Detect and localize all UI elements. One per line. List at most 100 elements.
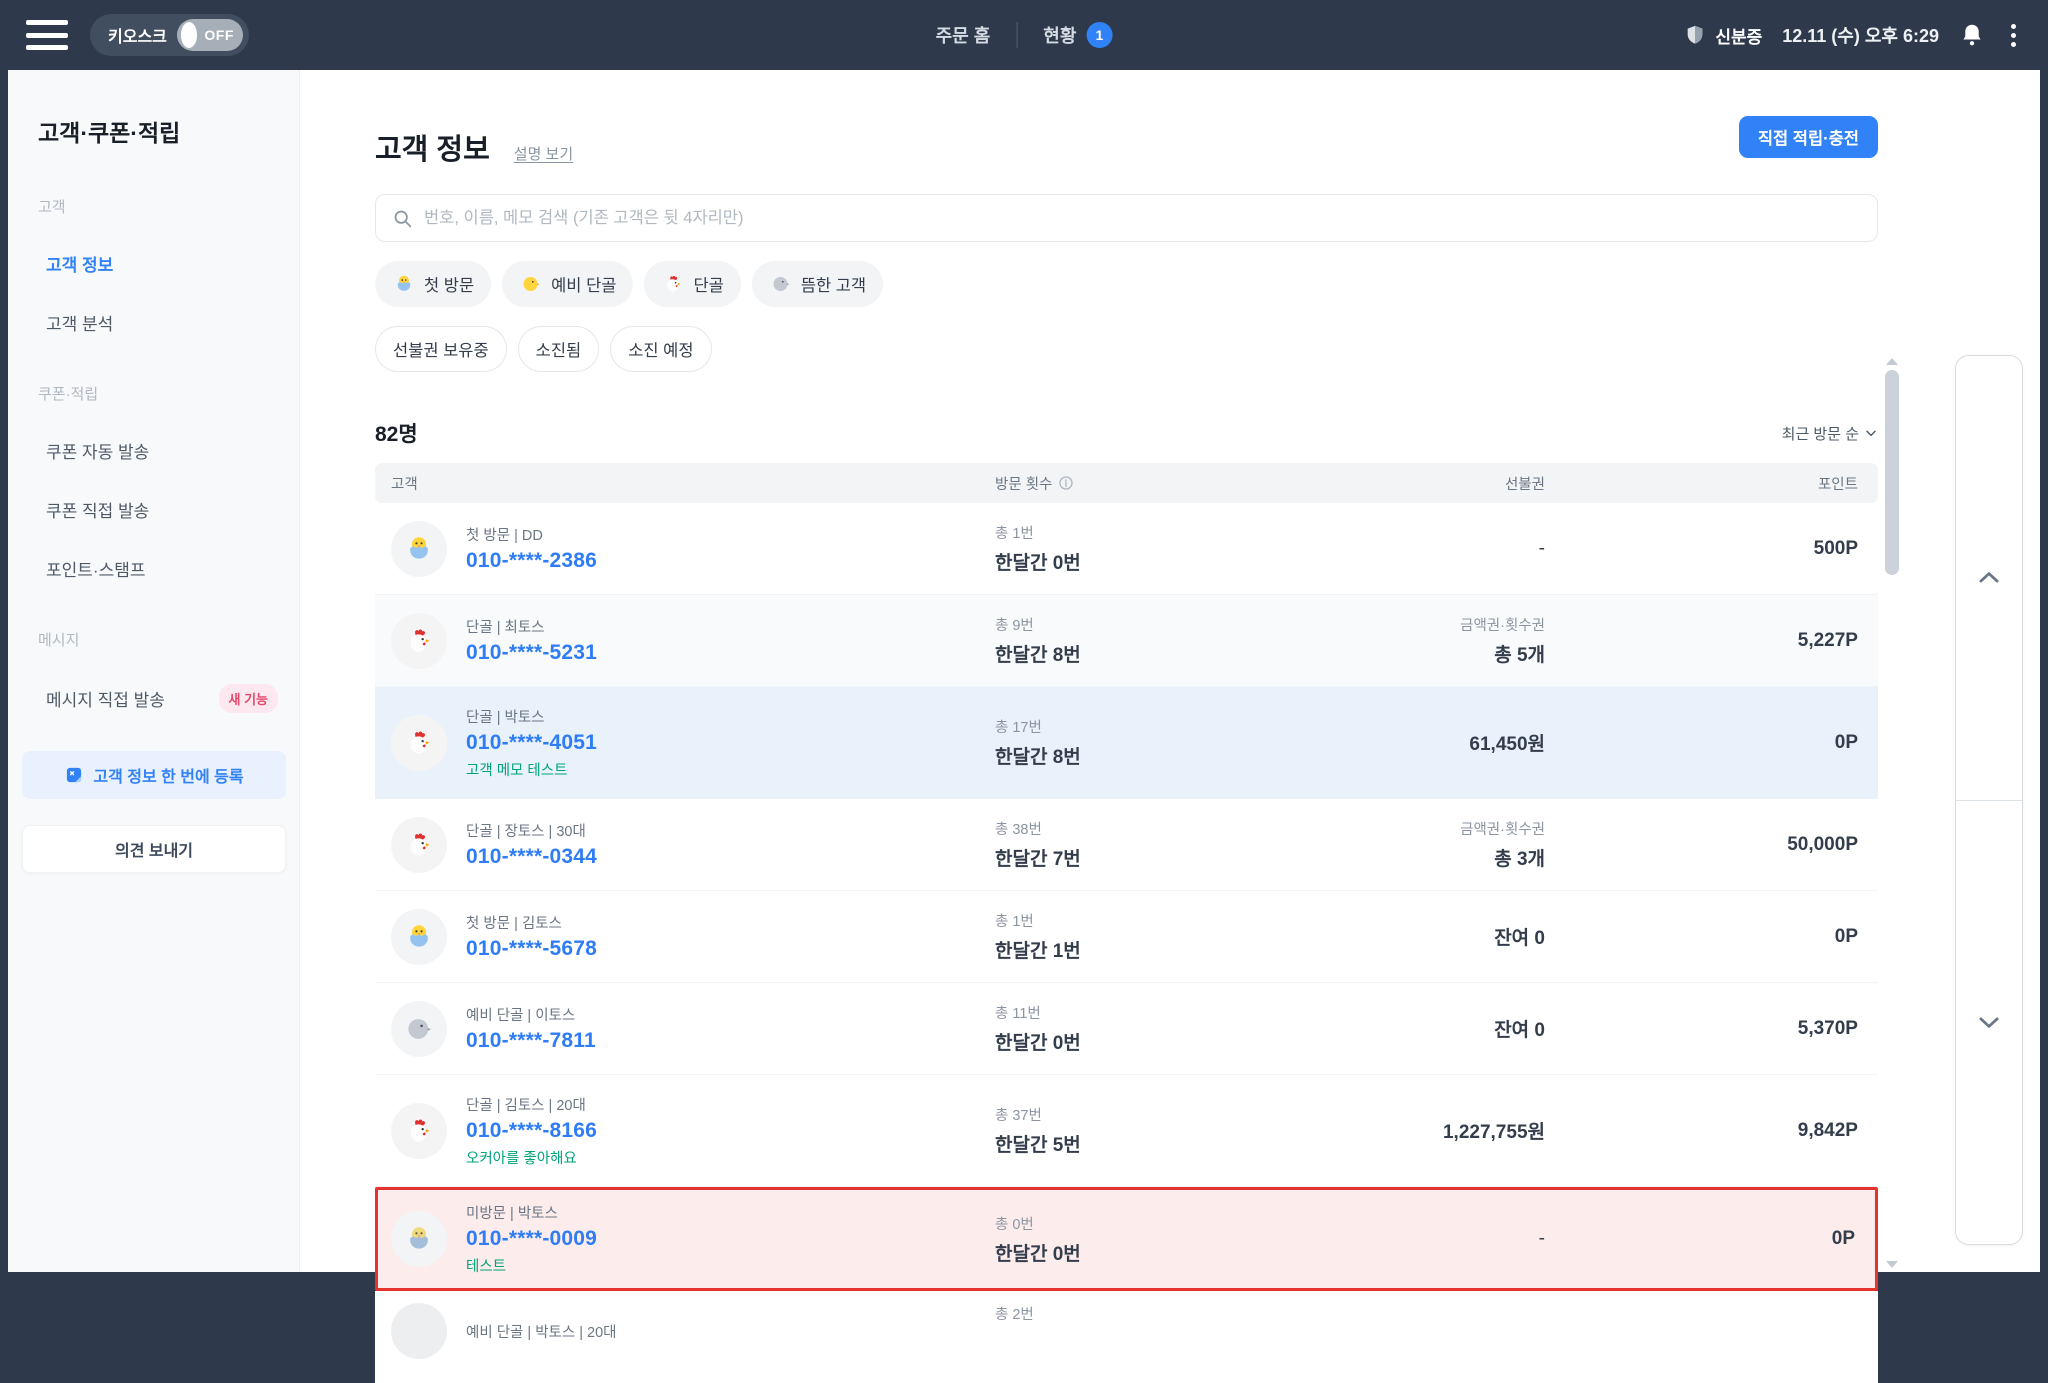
visits-total: 총 0번 [995, 1213, 1295, 1234]
page-title: 고객 정보 [375, 126, 490, 168]
customer-row[interactable]: 첫 방문 | DD 010-****-2386 총 1번 한달간 0번 - 50… [375, 503, 1878, 595]
filter-prepaid-expiring[interactable]: 소진 예정 [610, 326, 711, 372]
feedback-button[interactable]: 의견 보내기 [22, 825, 286, 873]
kiosk-switch-knob [181, 22, 198, 48]
help-link[interactable]: 설명 보기 [514, 143, 573, 164]
sidebar-item-customer-info-label: 고객 정보 [46, 251, 113, 276]
customer-row-partial[interactable]: 예비 단골 | 박토스 | 20대 총 2번 [375, 1291, 1878, 1383]
avatar-chick-hatching-icon [391, 909, 447, 965]
nav-status[interactable]: 현황 1 [1043, 22, 1112, 48]
filter-regular[interactable]: 단골 [644, 261, 740, 307]
list-scrollbar[interactable] [1884, 358, 1900, 1268]
sidebar-item-point-stamp[interactable]: 포인트·스탬프 [46, 556, 278, 581]
nav-order-home[interactable]: 주문 홈 [936, 22, 991, 48]
sidebar: 고객·쿠폰·적립 고객 고객 정보 고객 분석 쿠폰·적립 쿠폰 자동 발송 쿠… [8, 70, 300, 1272]
notifications-button[interactable] [1959, 22, 1985, 48]
id-verify-label: 신분증 [1715, 23, 1762, 48]
customer-row[interactable]: 단골 | 장토스 | 30대 010-****-0344 총 38번 한달간 7… [375, 799, 1878, 891]
bulk-register-icon [64, 765, 84, 785]
customer-row[interactable]: 첫 방문 | 김토스 010-****-5678 총 1번 한달간 1번 잔여 … [375, 891, 1878, 983]
customer-group: 단골 | 박토스 [466, 706, 597, 727]
customer-row[interactable]: 단골 | 김토스 | 20대 010-****-8166 오커아를 좋아해요 총… [375, 1075, 1878, 1187]
customer-row[interactable]: 단골 | 최토스 010-****-5231 총 9번 한달간 8번 금액권·횟… [375, 595, 1878, 687]
kiosk-toggle[interactable]: 키오스크 OFF [90, 14, 249, 56]
page-scroll-panel [1955, 355, 2023, 1245]
customer-row-selected[interactable]: 단골 | 박토스 010-****-4051 고객 메모 테스트 총 17번 한… [375, 687, 1878, 799]
filter-prepaid-holding-label: 선불권 보유중 [393, 337, 489, 361]
column-visits: 방문 횟수 [995, 473, 1295, 494]
search-input[interactable] [424, 209, 1861, 228]
filter-prepaid-expiring-label: 소진 예정 [628, 337, 693, 361]
customer-phone: 010-****-4051 [466, 731, 597, 755]
sidebar-item-message-direct[interactable]: 메시지 직접 발송 새 기능 [46, 684, 278, 713]
avatar-rooster-icon [391, 613, 447, 669]
customer-group: 미방문 | 박토스 [466, 1202, 597, 1223]
filter-prepaid-holding[interactable]: 선불권 보유중 [375, 326, 507, 372]
status-count-badge: 1 [1086, 22, 1112, 48]
topbar-right: 신분증 12.11 (수) 오후 6:29 [1684, 22, 2022, 49]
sidebar-item-customer-analysis[interactable]: 고객 분석 [46, 310, 278, 335]
customer-group: 단골 | 최토스 [466, 616, 597, 637]
points-value: 5,370P [1545, 1018, 1878, 1040]
scroll-up-button[interactable] [1956, 356, 2022, 801]
clock: 12.11 (수) 오후 6:29 [1782, 22, 1939, 48]
topbar: 키오스크 OFF 주문 홈 현황 1 신분증 12.11 (수) 오후 [0, 0, 2048, 70]
search-bar[interactable] [375, 194, 1878, 242]
column-visits-label: 방문 횟수 [995, 473, 1052, 494]
avatar-chick-hatching-icon [391, 521, 447, 577]
points-value: 9,842P [1545, 1120, 1878, 1142]
sidebar-title: 고객·쿠폰·적립 [38, 114, 299, 148]
chevron-up-icon [1974, 563, 2004, 593]
sidebar-item-customer-info[interactable]: 고객 정보 [46, 251, 278, 276]
sort-label: 최근 방문 순 [1782, 423, 1859, 444]
filter-prepaid-used[interactable]: 소진됨 [518, 326, 600, 372]
sort-dropdown[interactable]: 최근 방문 순 [1782, 423, 1878, 444]
visits-total: 총 37번 [995, 1104, 1295, 1125]
kiosk-state-label: OFF [204, 27, 234, 43]
id-verify-button[interactable]: 신분증 [1684, 23, 1762, 48]
direct-charge-button[interactable]: 직접 적립·충전 [1739, 116, 1878, 158]
customer-count: 82명 [375, 418, 418, 448]
visits-month: 한달간 8번 [995, 742, 1295, 769]
scrollbar-down-arrow-icon[interactable] [1886, 1261, 1898, 1268]
prepaid-filter-row: 선불권 보유중 소진됨 소진 예정 [375, 326, 1878, 372]
scroll-down-button[interactable] [1956, 801, 2022, 1245]
bell-icon [1959, 22, 1985, 48]
nav-status-label: 현황 [1043, 22, 1076, 48]
points-value: 0P [1545, 926, 1878, 948]
feedback-label: 의견 보내기 [115, 843, 193, 860]
chevron-down-icon [1864, 426, 1878, 440]
visits-month: 한달간 0번 [995, 1028, 1295, 1055]
app-window: 키오스크 OFF 주문 홈 현황 1 신분증 12.11 (수) 오후 [0, 0, 2048, 1280]
filter-infrequent[interactable]: 뜸한 고객 [752, 261, 883, 307]
kiosk-switch[interactable]: OFF [177, 19, 243, 51]
customer-row[interactable]: 예비 단골 | 이토스 010-****-7811 총 11번 한달간 0번 잔… [375, 983, 1878, 1075]
sidebar-item-message-direct-label: 메시지 직접 발송 [46, 686, 165, 711]
scrollbar-up-arrow-icon[interactable] [1886, 358, 1898, 365]
sidebar-item-coupon-direct[interactable]: 쿠폰 직접 발송 [46, 497, 278, 522]
points-value: 0P [1545, 1228, 1875, 1250]
visits-total: 총 2번 [995, 1303, 1295, 1324]
filter-first-visit[interactable]: 첫 방문 [375, 261, 491, 307]
scrollbar-thumb[interactable] [1885, 370, 1899, 575]
nav-order-home-label: 주문 홈 [936, 22, 991, 48]
visits-total: 총 9번 [995, 614, 1295, 635]
main-content: 고객 정보 설명 보기 직접 적립·충전 [300, 70, 2040, 1272]
more-menu-button[interactable] [2005, 22, 2022, 49]
customer-row-alert[interactable]: 미방문 | 박토스 010-****-0009 테스트 총 0번 한달간 0번 … [375, 1187, 1878, 1291]
shield-icon [1684, 24, 1706, 46]
customer-memo: 고객 메모 테스트 [466, 759, 597, 780]
sidebar-item-coupon-auto[interactable]: 쿠폰 자동 발송 [46, 438, 278, 463]
column-prepaid: 선불권 [1295, 473, 1545, 494]
new-feature-badge: 새 기능 [219, 684, 279, 713]
bulk-register-button[interactable]: 고객 정보 한 번에 등록 [22, 751, 286, 799]
customer-group: 예비 단골 | 박토스 | 20대 [466, 1321, 617, 1342]
prepaid-value: 잔여 0 [1494, 923, 1545, 950]
hamburger-menu-icon[interactable] [26, 20, 68, 50]
filter-pre-regular[interactable]: 예비 단골 [502, 261, 633, 307]
prepaid-value: 총 5개 [1494, 640, 1545, 667]
visits-total: 총 1번 [995, 910, 1295, 931]
info-icon[interactable] [1058, 475, 1074, 491]
chick-hatching-icon [392, 272, 416, 296]
column-points: 포인트 [1545, 473, 1878, 494]
